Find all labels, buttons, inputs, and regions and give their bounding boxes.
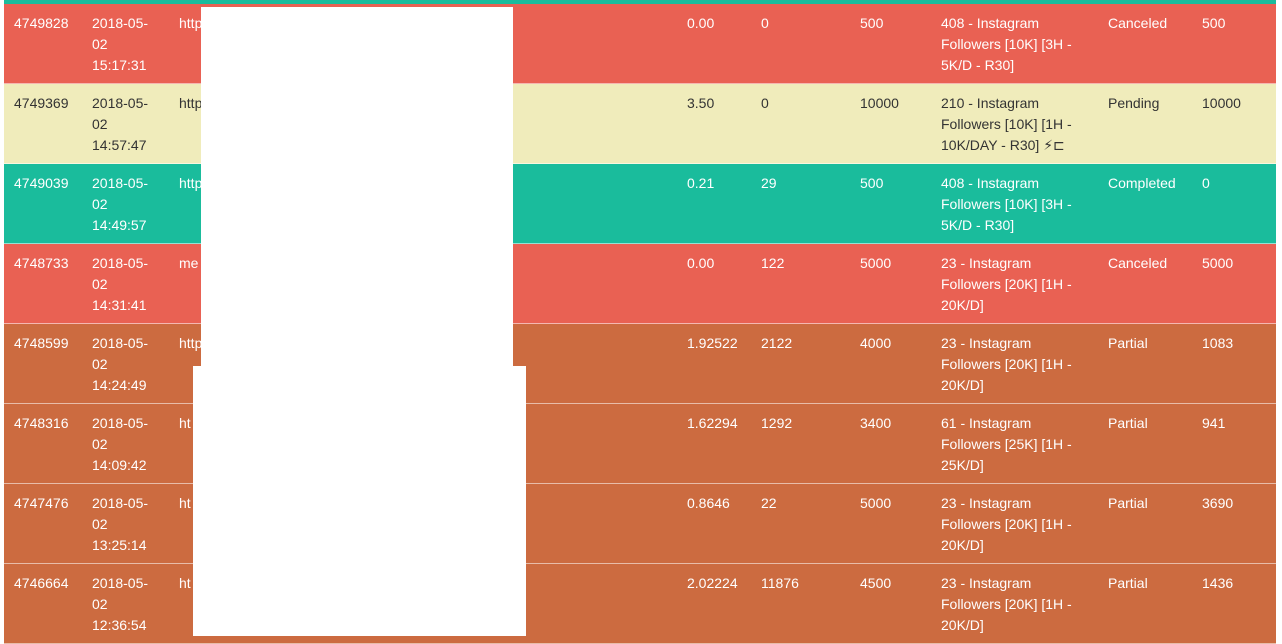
- order-remains: 941: [1202, 415, 1226, 431]
- order-start-count: 122: [761, 255, 785, 271]
- order-quantity: 500: [860, 175, 884, 191]
- order-remains: 500: [1202, 15, 1226, 31]
- order-status: Partial: [1108, 415, 1148, 431]
- order-link[interactable]: ht: [179, 573, 191, 594]
- order-link[interactable]: ht: [179, 493, 191, 514]
- order-start-count: 0: [761, 15, 769, 31]
- order-status: Partial: [1108, 495, 1148, 511]
- order-charge: 1.62294: [687, 415, 738, 431]
- order-charge: 0.00: [687, 15, 715, 31]
- order-service: 23 - Instagram Followers [20K] [1H - 20K…: [941, 255, 1072, 313]
- redaction-box: [201, 7, 513, 367]
- order-charge: 3.50: [687, 95, 715, 111]
- order-id: 4748599: [14, 335, 69, 351]
- order-status: Partial: [1108, 575, 1148, 591]
- order-quantity: 4000: [860, 335, 892, 351]
- order-id: 4749828: [14, 15, 69, 31]
- order-quantity: 10000: [860, 95, 899, 111]
- table-row[interactable]: 4748733 2018-05- 02 14:31:41 me 0.00 122…: [4, 244, 1276, 324]
- order-remains: 0: [1202, 175, 1210, 191]
- order-id: 4748316: [14, 415, 69, 431]
- order-start-count: 2122: [761, 335, 793, 351]
- order-date: 2018-05- 02 14:49:57: [92, 175, 149, 233]
- order-service: 23 - Instagram Followers [20K] [1H - 20K…: [941, 495, 1072, 553]
- order-date: 2018-05- 02 14:09:42: [92, 415, 149, 473]
- order-charge: 1.92522: [687, 335, 738, 351]
- order-remains: 1083: [1202, 335, 1234, 351]
- order-start-count: 22: [761, 495, 777, 511]
- order-date: 2018-05- 02 13:25:14: [92, 495, 149, 553]
- table-row[interactable]: 4749369 2018-05- 02 14:57:47 http 3.50 0…: [4, 84, 1276, 164]
- order-start-count: 0: [761, 95, 769, 111]
- order-remains: 5000: [1202, 255, 1234, 271]
- order-quantity: 3400: [860, 415, 892, 431]
- order-date: 2018-05- 02 12:36:54: [92, 575, 149, 633]
- order-charge: 0.00: [687, 255, 715, 271]
- order-status: Canceled: [1108, 255, 1168, 271]
- order-charge: 2.02224: [687, 575, 738, 591]
- order-id: 4748733: [14, 255, 69, 271]
- order-id: 4746664: [14, 575, 69, 591]
- order-quantity: 4500: [860, 575, 892, 591]
- order-status: Canceled: [1108, 15, 1168, 31]
- order-service: 210 - Instagram Followers [10K] [1H - 10…: [941, 95, 1072, 153]
- order-link[interactable]: http: [179, 333, 202, 354]
- order-start-count: 11876: [761, 575, 799, 591]
- order-service: 61 - Instagram Followers [25K] [1H - 25K…: [941, 415, 1072, 473]
- order-date: 2018-05- 02 14:57:47: [92, 95, 149, 153]
- order-remains: 1436: [1202, 575, 1234, 591]
- order-service: 408 - Instagram Followers [10K] [3H - 5K…: [941, 175, 1072, 233]
- order-service: 23 - Instagram Followers [20K] [1H - 20K…: [941, 575, 1072, 633]
- order-id: 4747476: [14, 495, 69, 511]
- order-link[interactable]: me: [179, 253, 198, 274]
- order-link[interactable]: http: [179, 173, 202, 194]
- table-row[interactable]: 4749039 2018-05- 02 14:49:57 http 0.21 2…: [4, 164, 1276, 244]
- order-status: Completed: [1108, 175, 1176, 191]
- order-link[interactable]: http: [179, 93, 202, 114]
- order-quantity: 5000: [860, 255, 892, 271]
- redaction-box: [193, 366, 526, 636]
- order-status: Partial: [1108, 335, 1148, 351]
- order-link[interactable]: http: [179, 13, 202, 34]
- order-date: 2018-05- 02 14:24:49: [92, 335, 149, 393]
- order-quantity: 500: [860, 15, 884, 31]
- order-start-count: 29: [761, 175, 777, 191]
- order-link[interactable]: ht: [179, 413, 191, 434]
- order-charge: 0.8646: [687, 495, 730, 511]
- order-charge: 0.21: [687, 175, 715, 191]
- order-date: 2018-05- 02 15:17:31: [92, 15, 149, 73]
- table-row[interactable]: 4749828 2018-05- 02 15:17:31 http 0.00 0…: [4, 4, 1276, 84]
- order-status: Pending: [1108, 95, 1160, 111]
- order-start-count: 1292: [761, 415, 793, 431]
- order-id: 4749369: [14, 95, 69, 111]
- order-remains: 3690: [1202, 495, 1234, 511]
- order-date: 2018-05- 02 14:31:41: [92, 255, 149, 313]
- order-quantity: 5000: [860, 495, 892, 511]
- order-id: 4749039: [14, 175, 69, 191]
- order-service: 408 - Instagram Followers [10K] [3H - 5K…: [941, 15, 1072, 73]
- order-service: 23 - Instagram Followers [20K] [1H - 20K…: [941, 335, 1072, 393]
- order-remains: 10000: [1202, 95, 1241, 111]
